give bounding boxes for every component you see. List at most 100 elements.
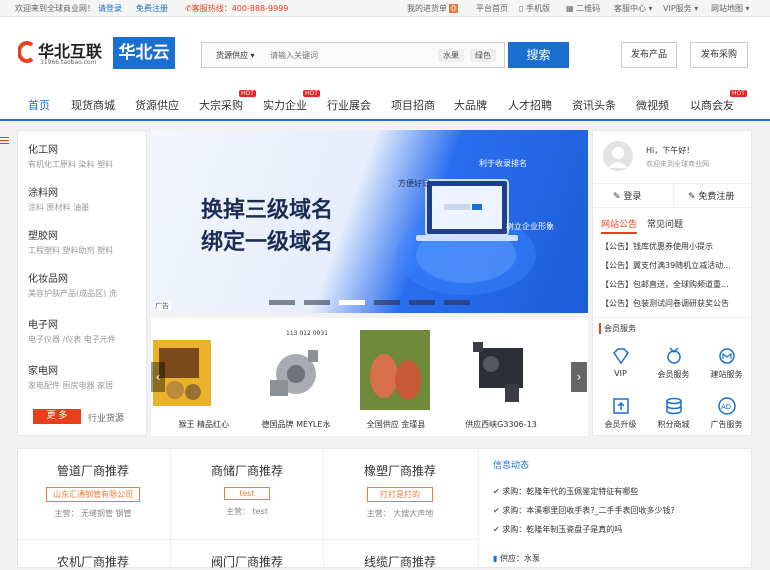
info-item[interactable]: ✔ 求购：乾隆年制玉瓷盘子是真的吗: [493, 524, 622, 535]
vip-menu[interactable]: VIP服务 ▾: [663, 3, 698, 14]
nav-home[interactable]: 首页: [28, 97, 50, 113]
nav-business-club[interactable]: 以商会友 HOT: [690, 90, 747, 113]
qrcode-link[interactable]: ▦ 二维码: [566, 3, 600, 14]
carousel-dot[interactable]: [339, 300, 365, 305]
nav-exhibitions[interactable]: 行业展会: [327, 97, 371, 113]
product-card[interactable]: 供应西峡G3306-13: [451, 318, 551, 436]
recommend-card[interactable]: 管道厂商推荐 山东汇通钢管有限公司 主营： 无缝钢管 钢管: [18, 462, 168, 519]
service-vip[interactable]: VIP: [594, 337, 647, 387]
category-item[interactable]: 化妆品网 美容护肤产品(成品区) 洗: [28, 270, 117, 299]
ad-tag: 广告: [153, 301, 171, 311]
hot-badge: HOT: [303, 90, 320, 97]
search-button[interactable]: 搜索: [508, 42, 569, 68]
service-center-menu[interactable]: 客服中心 ▾: [614, 3, 653, 14]
hot-tag-2[interactable]: 绿色: [470, 49, 496, 62]
recommend-title: 商储厂商推荐: [210, 464, 283, 478]
my-purchase-link[interactable]: 我的进货单 0: [407, 3, 459, 14]
search-category-select[interactable]: 货源供应 ▾: [216, 50, 255, 61]
recommend-card[interactable]: 橡塑厂商推荐 打打是打的 主营： 大嫂大声地: [325, 462, 475, 519]
carousel-dot[interactable]: [269, 300, 295, 305]
notice-item[interactable]: 【公告】包装测试问卷调研获奖公告: [601, 298, 729, 309]
register-link[interactable]: 免费注册: [136, 3, 168, 14]
info-item[interactable]: ✔ 求购：本溪哪里回收手表?_二手手表回收多少钱?: [493, 505, 675, 516]
login-link[interactable]: 请登录: [98, 3, 122, 14]
recommend-card[interactable]: 阀门厂商推荐: [172, 553, 322, 570]
recommend-card[interactable]: 线缆厂商推荐: [325, 553, 475, 570]
nav-bulk-purchase[interactable]: 大宗采购 HOT: [199, 90, 256, 113]
panel-register-button[interactable]: ✎ 免费注册: [688, 189, 734, 202]
service-member[interactable]: 会员服务: [647, 337, 700, 387]
company-tag[interactable]: 打打是打的: [367, 487, 433, 502]
banner-headline-1: 换掉三级域名: [201, 198, 334, 223]
product-card[interactable]: 113 012 0031 德国品牌 MEYLE水: [246, 318, 346, 436]
recommend-title: 线缆厂商推荐: [363, 555, 436, 569]
mobile-link[interactable]: ▯ 手机版: [519, 3, 550, 14]
hotline-text: ✆客服热线：400-888-9999: [185, 4, 289, 13]
nav-micro-video[interactable]: 微视频: [636, 97, 669, 113]
nav-spot-mall[interactable]: 现货商城: [71, 97, 115, 113]
category-item[interactable]: 家电网 家电配件 厨房电器 家居: [28, 362, 113, 391]
member-service-title: 会员服务: [599, 323, 636, 334]
notice-item[interactable]: 【公告】翼支付满39随机立减活动...: [601, 260, 731, 271]
carousel-dot[interactable]: [409, 300, 435, 305]
hero-banner[interactable]: 换掉三级域名 绑定一级域名 方便好记 利于收录排名 树立企业形象 广告: [151, 130, 588, 313]
logo-url: 31966.taobao.com: [40, 59, 97, 66]
prev-arrow-icon[interactable]: ‹: [151, 362, 165, 392]
category-item[interactable]: 化工网 有机化工原料 染料 塑料: [28, 141, 113, 170]
company-tag[interactable]: 山东汇通钢管有限公司: [46, 487, 140, 502]
carousel-dot[interactable]: [444, 300, 470, 305]
site-logo[interactable]: 华北互联 31966.taobao.com: [18, 35, 113, 71]
info-item[interactable]: ✔ 求购：乾隆年代的玉佩鉴定特征有哪些: [493, 486, 638, 497]
pencil-icon: ✎: [613, 192, 621, 202]
info-dynamics-title: 信息动态: [493, 461, 530, 471]
product-caption: 猴王 精品红心: [178, 420, 229, 429]
side-menu-icon[interactable]: [0, 137, 9, 145]
service-upgrade[interactable]: 会员升级: [594, 387, 647, 437]
company-tag[interactable]: test: [224, 487, 270, 500]
nav-news[interactable]: 资讯头条: [572, 97, 616, 113]
carousel-dot[interactable]: [304, 300, 330, 305]
carousel-dots: [269, 300, 470, 305]
publish-product-button[interactable]: 发布产品: [621, 42, 677, 68]
next-arrow-icon[interactable]: ›: [571, 362, 587, 392]
service-advertising[interactable]: AD 广告服务: [700, 387, 753, 437]
recommend-card[interactable]: 商储厂商推荐 test 主营： test: [172, 462, 322, 517]
pencil-icon: ✎: [688, 192, 696, 202]
category-item[interactable]: 塑胶网 工程塑料 塑料助剂 塑料: [28, 227, 113, 256]
notice-item[interactable]: 【公告】钱库优惠券使用小提示: [601, 241, 713, 252]
more-button[interactable]: 更 多: [33, 409, 81, 424]
user-panel: Hi，下午好！ 欢迎来到全球商业网 ✎ 登录 ✎ 免费注册 网站公告 常见问题 …: [592, 130, 752, 436]
product-card[interactable]: 全国供应 金瑾县: [346, 318, 446, 436]
sitemap-menu[interactable]: 网站地图 ▾: [711, 3, 750, 14]
service-site-building[interactable]: 建站服务: [700, 337, 753, 387]
nav-recruitment[interactable]: 人才招聘: [508, 97, 552, 113]
home-link[interactable]: 平台首页: [476, 3, 508, 14]
panel-login-button[interactable]: ✎ 登录: [613, 189, 641, 202]
phone-icon: ✆: [185, 4, 192, 13]
banner-label-image: 树立企业形象: [506, 222, 554, 231]
tab-announcements[interactable]: 网站公告: [601, 217, 638, 234]
product-caption: 供应西峡G3306-13: [465, 420, 537, 429]
medal-icon: [667, 347, 681, 364]
search-input[interactable]: [270, 47, 430, 63]
nav-investment[interactable]: 项目招商: [391, 97, 435, 113]
notice-item[interactable]: 【公告】包邮直送，全球购频道重...: [601, 279, 729, 290]
carousel-dot[interactable]: [374, 300, 400, 305]
nav-big-brands[interactable]: 大品牌: [454, 97, 487, 113]
industry-source-link[interactable]: 行业货源: [88, 411, 124, 424]
product-card[interactable]: 猴王 精品红心: [131, 318, 231, 436]
tab-faq[interactable]: 常见问题: [647, 217, 683, 230]
nav-supply[interactable]: 货源供应: [135, 97, 179, 113]
qrcode-icon: ▦: [566, 4, 574, 13]
hot-tag-1[interactable]: 水果: [438, 49, 464, 62]
recommend-card[interactable]: 农机厂商推荐: [18, 553, 168, 570]
category-item[interactable]: 涂料网 涂料 原材料 油墨: [28, 184, 89, 213]
service-points-mall[interactable]: 积分商城: [647, 387, 700, 437]
nav-strong-companies[interactable]: 实力企业 HOT: [263, 90, 320, 113]
publish-purchase-button[interactable]: 发布采购: [690, 42, 748, 68]
banner-label-remember: 方便好记: [398, 179, 430, 188]
info-supply-item[interactable]: ▮ 供应：水泵: [493, 553, 540, 564]
recommend-section: 管道厂商推荐 山东汇通钢管有限公司 主营： 无缝钢管 钢管 商储厂商推荐 tes…: [17, 448, 752, 570]
category-item[interactable]: 电子网 电子仪器 /仪表 电子元件: [28, 316, 116, 345]
top-bar: 欢迎来到全球商业网！ 请登录 免费注册 ✆客服热线：400-888-9999 我…: [0, 0, 770, 17]
